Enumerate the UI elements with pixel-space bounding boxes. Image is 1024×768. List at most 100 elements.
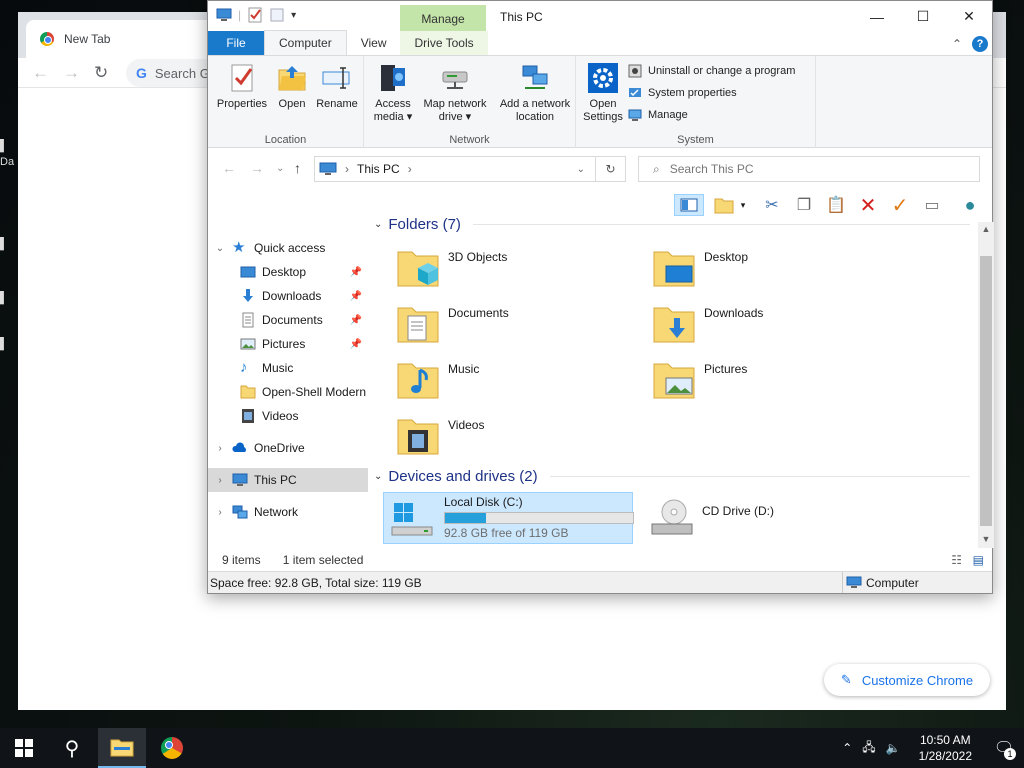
- nav-item-open-shell[interactable]: Open-Shell Modern: [208, 380, 368, 404]
- desktop-icon-fragment[interactable]: ▌: [0, 140, 18, 152]
- start-button[interactable]: [0, 728, 48, 768]
- access-media-button[interactable]: Access media ▾: [370, 62, 416, 124]
- taskbar-chrome[interactable]: [148, 728, 196, 768]
- manage-contextual-tab[interactable]: Manage: [400, 5, 486, 32]
- open-settings-button[interactable]: Open Settings: [580, 62, 626, 124]
- breadcrumb-this-pc[interactable]: This PC: [357, 162, 400, 176]
- maximize-icon[interactable]: ☐: [900, 1, 946, 32]
- folder-options-icon[interactable]: [712, 194, 736, 216]
- pin-icon[interactable]: 📌: [350, 267, 362, 278]
- details-view-icon[interactable]: ☷: [951, 553, 962, 567]
- tab-drive-tools[interactable]: Drive Tools: [400, 31, 488, 55]
- up-arrow-icon[interactable]: ↑: [294, 160, 301, 176]
- breadcrumb-separator-icon[interactable]: ›: [408, 162, 412, 176]
- nav-network[interactable]: › Network: [208, 500, 368, 524]
- pin-icon[interactable]: 📌: [350, 291, 362, 302]
- address-dropdown-icon[interactable]: ⌄: [577, 164, 585, 175]
- rename-toolbar-icon[interactable]: ▭: [920, 194, 944, 216]
- clock[interactable]: 10:50 AM 1/28/2022: [907, 732, 984, 764]
- address-bar[interactable]: › This PC › ⌄ ↻: [314, 156, 626, 182]
- nav-item-music[interactable]: ♪ Music: [208, 356, 368, 380]
- folder-documents[interactable]: Documents: [394, 300, 644, 352]
- desktop-icon-fragment[interactable]: ▌: [0, 292, 18, 304]
- forward-arrow-icon[interactable]: →: [250, 160, 264, 176]
- nav-this-pc[interactable]: › This PC: [208, 468, 368, 492]
- paste-icon[interactable]: 📋: [824, 194, 848, 216]
- folder-3d-objects[interactable]: 3D Objects: [394, 244, 644, 296]
- drive-local-disk-c[interactable]: Local Disk (C:) 92.8 GB free of 119 GB: [383, 492, 634, 544]
- help-icon[interactable]: ?: [972, 36, 988, 52]
- search-box[interactable]: ⌕ Search This PC: [638, 156, 980, 182]
- folder-options-dropdown-icon[interactable]: ▾: [736, 194, 750, 216]
- action-center-button[interactable]: 🗨 1: [984, 728, 1024, 768]
- chevron-right-icon[interactable]: ›: [208, 507, 232, 518]
- qat-dropdown-icon[interactable]: ▾: [291, 10, 296, 21]
- customize-chrome-button[interactable]: ✎ Customize Chrome: [824, 664, 990, 696]
- desktop-icon-fragment[interactable]: ▌: [0, 238, 18, 250]
- scroll-down-icon[interactable]: ▼: [978, 534, 994, 544]
- tab-view[interactable]: View: [347, 31, 401, 55]
- show-hidden-icons-icon[interactable]: ⌃: [836, 741, 858, 755]
- properties-button[interactable]: Properties: [214, 62, 270, 111]
- nav-item-pictures[interactable]: Pictures 📌: [208, 332, 368, 356]
- close-icon[interactable]: ✕: [946, 1, 992, 32]
- chrome-tab-new-tab[interactable]: New Tab: [26, 20, 226, 58]
- refresh-icon[interactable]: ↻: [595, 157, 625, 181]
- nav-onedrive[interactable]: › OneDrive: [208, 436, 368, 460]
- copy-icon[interactable]: ❐: [792, 194, 816, 216]
- network-status-icon[interactable]: 🖧: [858, 738, 879, 759]
- computer-icon[interactable]: [216, 7, 232, 23]
- properties-check-icon[interactable]: [247, 7, 263, 23]
- chevron-right-icon[interactable]: ›: [208, 443, 232, 454]
- pin-icon[interactable]: 📌: [350, 339, 362, 350]
- chevron-down-icon[interactable]: ⌄: [374, 219, 382, 230]
- check-icon[interactable]: ✓: [888, 194, 912, 217]
- back-arrow-icon[interactable]: ←: [222, 160, 236, 176]
- system-properties-button[interactable]: System properties: [628, 86, 737, 100]
- reload-icon[interactable]: ↻: [94, 63, 108, 83]
- cut-icon[interactable]: ✂: [760, 194, 784, 216]
- globe-icon[interactable]: ●: [958, 194, 982, 216]
- nav-item-documents[interactable]: Documents 📌: [208, 308, 368, 332]
- chevron-down-icon[interactable]: ⌄: [208, 243, 232, 254]
- tab-computer[interactable]: Computer: [264, 30, 347, 55]
- search-button[interactable]: ⚲: [48, 728, 96, 768]
- nav-item-downloads[interactable]: Downloads 📌: [208, 284, 368, 308]
- rename-button[interactable]: Rename: [314, 62, 360, 111]
- scroll-up-icon[interactable]: ▲: [978, 224, 994, 234]
- folder-videos[interactable]: Videos: [394, 412, 644, 464]
- pin-icon[interactable]: 📌: [350, 315, 362, 326]
- new-folder-icon[interactable]: [269, 7, 285, 23]
- vertical-scrollbar[interactable]: ▲ ▼: [978, 222, 994, 548]
- folder-music[interactable]: Music: [394, 356, 644, 408]
- recent-locations-icon[interactable]: ⌄: [276, 163, 284, 174]
- nav-item-desktop[interactable]: Desktop 📌: [208, 260, 368, 284]
- nav-item-videos[interactable]: Videos: [208, 404, 368, 428]
- tab-file[interactable]: File: [208, 31, 264, 55]
- open-button[interactable]: Open: [272, 62, 312, 111]
- folder-pictures[interactable]: Pictures: [650, 356, 900, 408]
- title-bar[interactable]: | ▾ Manage This PC — ☐ ✕: [208, 1, 992, 32]
- desktop-icon-fragment[interactable]: ▌: [0, 338, 18, 350]
- drive-cd-d[interactable]: CD Drive (D:): [648, 494, 898, 546]
- delete-icon[interactable]: ✕: [856, 194, 880, 217]
- taskbar-file-explorer[interactable]: [98, 728, 146, 768]
- chevron-down-icon[interactable]: ⌄: [374, 471, 382, 482]
- uninstall-program-button[interactable]: Uninstall or change a program: [628, 64, 795, 78]
- collapse-ribbon-icon[interactable]: ⌃: [952, 37, 962, 51]
- preview-pane-icon[interactable]: [674, 194, 704, 216]
- map-network-drive-button[interactable]: Map network drive ▾: [416, 62, 494, 124]
- forward-arrow-icon[interactable]: →: [63, 63, 80, 83]
- folder-desktop[interactable]: Desktop: [650, 244, 900, 296]
- volume-muted-icon[interactable]: 🔈: [880, 741, 907, 755]
- chevron-right-icon[interactable]: ›: [208, 475, 232, 486]
- minimize-icon[interactable]: —: [854, 1, 900, 32]
- tiles-view-icon[interactable]: ▤: [973, 553, 984, 567]
- devices-section-header[interactable]: ⌄ Devices and drives (2): [374, 468, 970, 485]
- folders-section-header[interactable]: ⌄ Folders (7): [374, 216, 970, 233]
- nav-quick-access[interactable]: ⌄ ★ Quick access: [208, 236, 368, 260]
- scrollbar-thumb[interactable]: [980, 256, 992, 526]
- back-arrow-icon[interactable]: ←: [32, 63, 49, 83]
- add-network-location-button[interactable]: Add a network location: [496, 62, 574, 124]
- desktop-icon-label-fragment[interactable]: Da: [0, 156, 18, 168]
